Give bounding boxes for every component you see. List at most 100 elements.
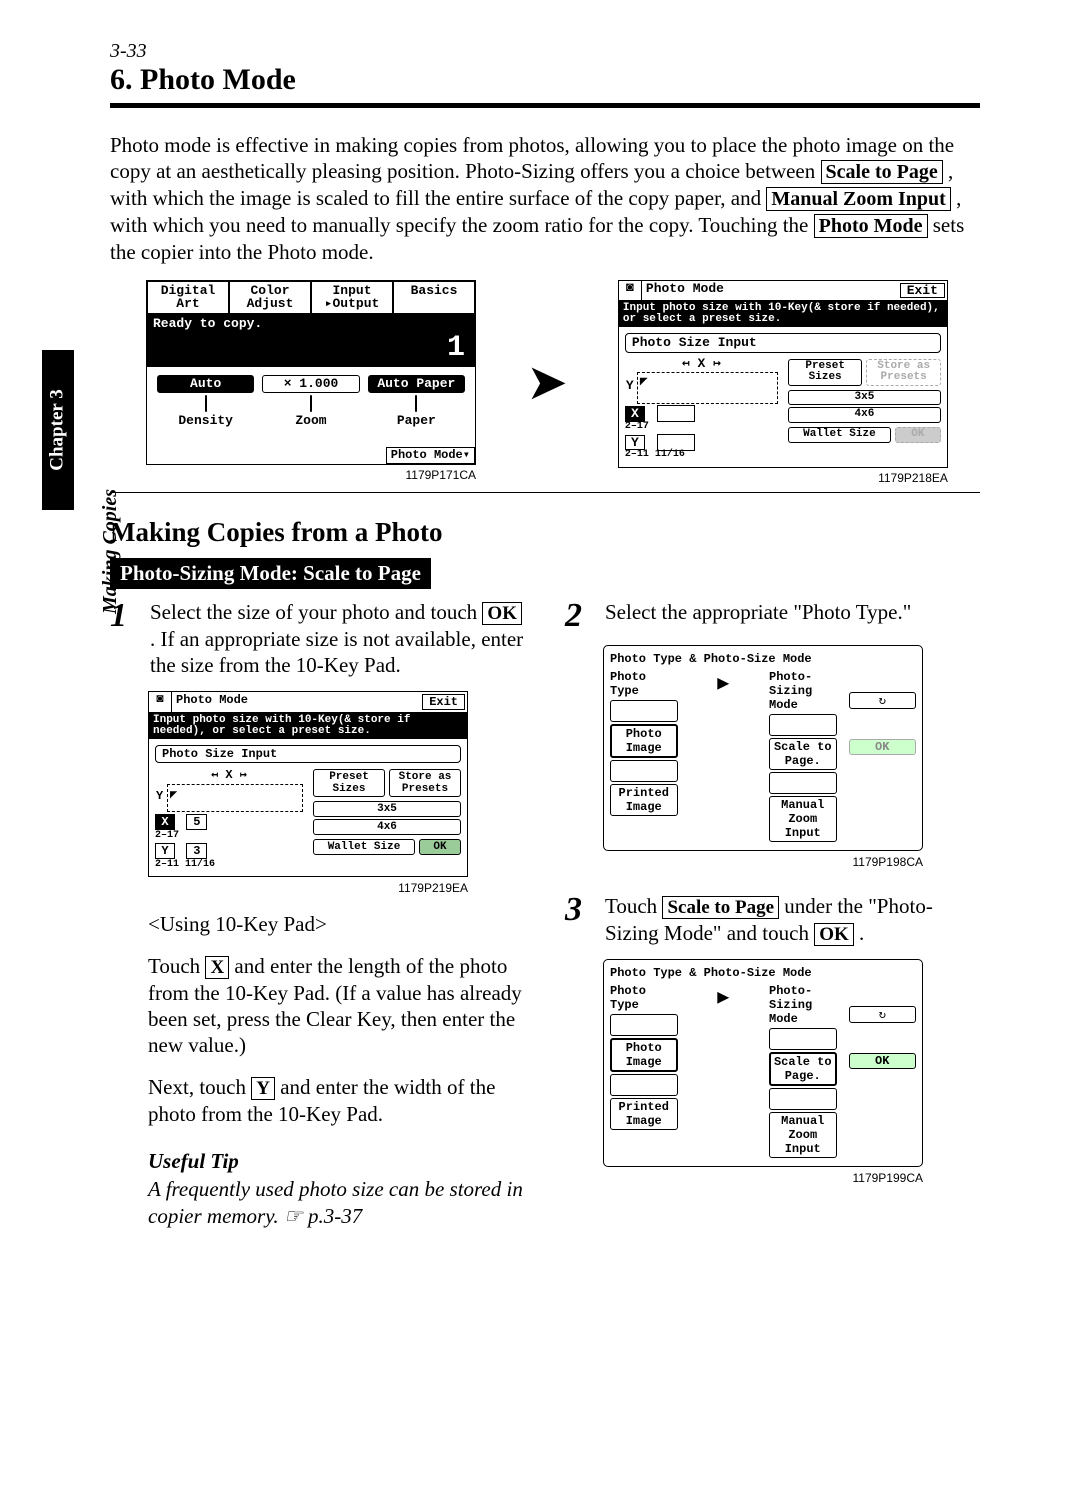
pm-message: Input photo size with 10-Key(& store if … — [619, 301, 947, 327]
exit-button-s1[interactable]: Exit — [422, 694, 465, 710]
ok-button-ghost[interactable]: OK — [895, 427, 941, 443]
tab-basics[interactable]: Basics — [393, 281, 475, 314]
x-value-s1[interactable]: 5 — [186, 814, 207, 830]
pm-section-s1: Photo Size Input — [155, 745, 461, 763]
ok-box-1: OK — [482, 602, 522, 625]
rotate-button-s3[interactable]: ↻ — [849, 1006, 917, 1023]
scale-icon — [769, 714, 837, 736]
arrow-icon: ➤ — [526, 353, 568, 411]
density-bar[interactable] — [205, 395, 207, 412]
store-preset-button[interactable]: Store as Presets — [866, 359, 941, 386]
step3-screen: Photo Type & Photo-Size Mode Photo Type … — [603, 959, 923, 1185]
size-3x5-button[interactable]: 3x5 — [788, 390, 941, 406]
photo-image-icon — [610, 700, 678, 722]
y-range-s1: 2–11 11/16 — [155, 859, 303, 870]
title-rule — [110, 103, 980, 108]
zoom-bar[interactable] — [310, 395, 312, 412]
pt-header: Photo Type & Photo-Size Mode — [610, 652, 916, 666]
triangle-icon: ▶ — [690, 670, 758, 844]
step3-caption: 1179P199CA — [603, 1171, 923, 1185]
y-value-s1[interactable]: 3 — [186, 843, 207, 859]
steps-layout: 1 Select the size of your photo and touc… — [110, 599, 980, 1229]
fig2-caption: 1179P218EA — [618, 472, 948, 485]
photo-corner-icon: ◤ — [640, 375, 648, 389]
useful-tip-text: A frequently used photo size can be stor… — [148, 1176, 525, 1229]
pt-col1-head-s3: Photo Type — [610, 984, 678, 1012]
store-s1[interactable]: Store as Presets — [389, 769, 461, 797]
fig1-wrap: Digital Art Color Adjust Input ▸Output B… — [146, 280, 476, 482]
pt-col2-head: Photo-Sizing Mode — [769, 670, 837, 712]
scale-to-page-button-s3[interactable]: Scale to Page. — [769, 1052, 837, 1086]
x-value-field[interactable] — [657, 405, 695, 422]
step2-screen: Photo Type & Photo-Size Mode Photo Type … — [603, 645, 923, 869]
scale-to-page-box-2: Scale to Page — [662, 896, 779, 919]
photo-mode-button[interactable]: Photo Mode▾ — [386, 447, 475, 464]
manual-zoom-button[interactable]: Manual Zoom Input — [769, 796, 837, 842]
step2-caption: 1179P198CA — [603, 855, 923, 869]
step1-text-b: . If an appropriate size is not availabl… — [150, 627, 523, 677]
figure-row: Digital Art Color Adjust Input ▸Output B… — [146, 280, 980, 485]
step3-text-c: . — [859, 921, 864, 945]
zoom-value[interactable]: × 1.000 — [262, 375, 359, 393]
ok-box-3: OK — [814, 923, 854, 946]
x-range: 2–17 — [625, 422, 778, 433]
useful-tip-heading: Useful Tip — [148, 1149, 525, 1174]
basics-screen: Digital Art Color Adjust Input ▸Output B… — [146, 280, 476, 482]
ok-s1[interactable]: OK — [419, 839, 461, 855]
size-4x6-button[interactable]: 4x6 — [788, 407, 941, 423]
triangle-icon-s3: ▶ — [690, 984, 758, 1160]
step3-text-a: Touch — [605, 894, 662, 918]
wallet-s1[interactable]: Wallet Size — [313, 839, 415, 855]
pt-header-s3: Photo Type & Photo-Size Mode — [610, 966, 916, 980]
3x5-s1[interactable]: 3x5 — [313, 801, 461, 817]
y-input-button[interactable]: Y — [625, 435, 645, 451]
tab-input-output[interactable]: Input ▸Output — [311, 281, 393, 314]
y-value-field[interactable] — [657, 434, 695, 451]
scale-to-page-button[interactable]: Scale to Page. — [769, 738, 837, 770]
printed-image-button[interactable]: Printed Image — [610, 784, 678, 816]
printed-image-button-s3[interactable]: Printed Image — [610, 1098, 678, 1130]
preset-s1[interactable]: Preset Sizes — [313, 769, 385, 797]
density-control[interactable]: Auto Density — [157, 375, 254, 428]
intro-paragraph: Photo mode is effective in making copies… — [110, 132, 980, 266]
section-side-label: Making Copies — [99, 489, 122, 614]
step-number-2: 2 — [565, 599, 593, 633]
4x6-s1[interactable]: 4x6 — [313, 819, 461, 835]
auto-paper-button[interactable]: Auto Paper — [368, 375, 465, 393]
tab-digital-art[interactable]: Digital Art — [147, 281, 229, 314]
preset-sizes-button[interactable]: Preset Sizes — [788, 359, 863, 386]
ok-button-s3[interactable]: OK — [849, 1053, 917, 1069]
y-label: Y — [626, 379, 634, 393]
paper-control[interactable]: Auto Paper Paper — [368, 375, 465, 428]
x-input-button[interactable]: X — [625, 406, 645, 422]
zoom-control[interactable]: × 1.000 Zoom — [262, 375, 359, 428]
photo-image-button[interactable]: Photo Image — [610, 724, 678, 758]
photo-image-button-s3[interactable]: Photo Image — [610, 1038, 678, 1072]
y-input-s1[interactable]: Y — [155, 843, 175, 859]
pt-col1-head: Photo Type — [610, 670, 678, 698]
x-range-s1: 2–17 — [155, 830, 303, 841]
step-2: 2 Select the appropriate "Photo Type." — [565, 599, 980, 633]
step1-fig-caption: 1179P219EA — [148, 881, 468, 895]
x-input-s1[interactable]: X — [155, 814, 175, 830]
using-10key-para2: Next, touch Y and enter the width of the… — [148, 1074, 525, 1127]
rotate-button[interactable]: ↻ — [849, 692, 917, 709]
step1-screen: ◙ Photo Mode Exit Input photo size with … — [148, 691, 468, 895]
tab-color-adjust[interactable]: Color Adjust — [229, 281, 311, 314]
manual-zoom-box: Manual Zoom Input — [766, 187, 951, 211]
wallet-size-button[interactable]: Wallet Size — [788, 427, 891, 443]
manual-zoom-button-s3[interactable]: Manual Zoom Input — [769, 1112, 837, 1158]
camera-icon: ◙ — [619, 281, 642, 301]
top-tabs: Digital Art Color Adjust Input ▸Output B… — [147, 281, 475, 314]
auto-density-button[interactable]: Auto — [157, 375, 254, 393]
status-ready: Ready to copy. — [153, 317, 262, 331]
step-number-3: 3 — [565, 893, 593, 947]
pm-section-label: Photo Size Input — [625, 333, 941, 353]
paper-caption: Paper — [368, 414, 465, 428]
step-1: 1 Select the size of your photo and touc… — [110, 599, 525, 678]
camera-icon-s1: ◙ — [149, 692, 172, 712]
ok-button-s2[interactable]: OK — [849, 739, 917, 755]
scale-icon-s3 — [769, 1028, 837, 1050]
exit-button[interactable]: Exit — [900, 283, 945, 299]
paper-bar[interactable] — [415, 395, 417, 412]
